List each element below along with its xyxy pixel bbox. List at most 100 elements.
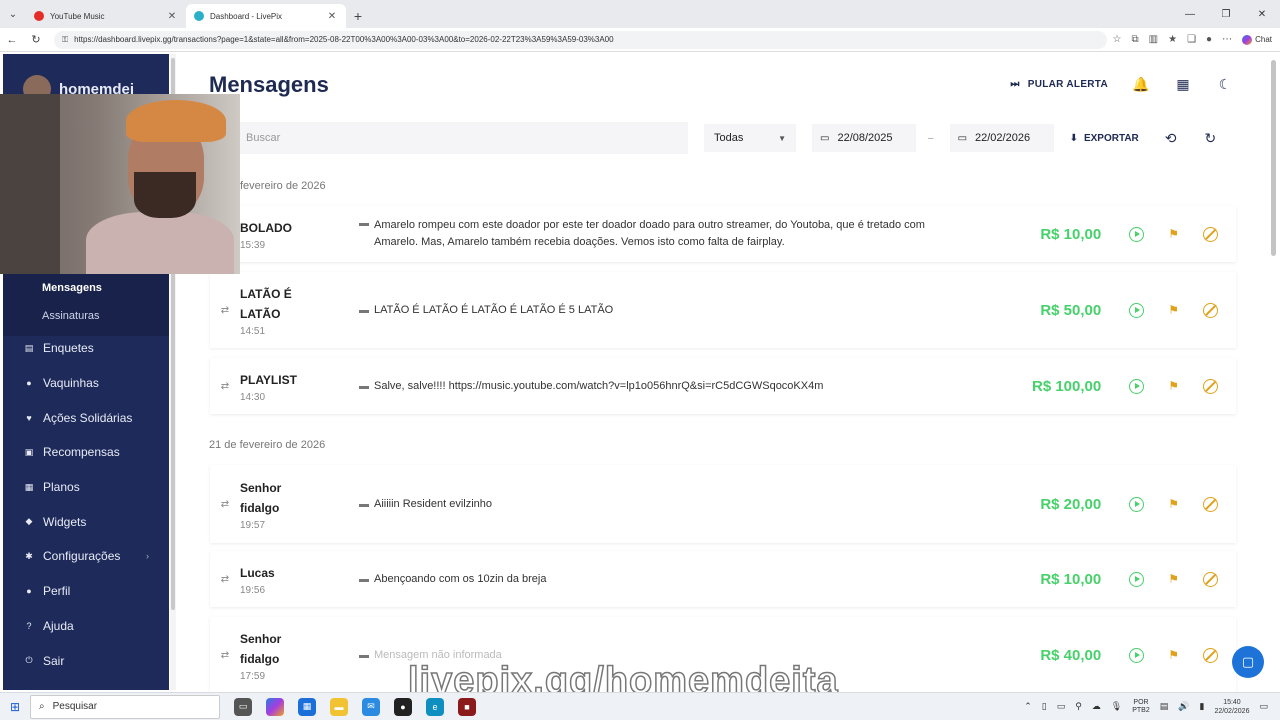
block-icon[interactable]: [1203, 571, 1218, 587]
block-icon[interactable]: [1203, 496, 1218, 512]
volume-icon[interactable]: 🔊: [1178, 701, 1189, 712]
logout-icon: ⏻: [25, 655, 33, 666]
webcam-overlay: [0, 94, 240, 274]
edge-app-icon[interactable]: e: [426, 697, 444, 716]
extensions-icon[interactable]: ⧉: [1132, 34, 1139, 45]
task-view-icon[interactable]: ▭: [234, 697, 252, 716]
device-icon[interactable]: ▯: [1042, 701, 1047, 712]
block-icon[interactable]: [1203, 302, 1218, 318]
language-indicator[interactable]: POR PTB2: [1132, 699, 1150, 715]
bell-icon[interactable]: 🔔: [1132, 76, 1150, 93]
mic-icon[interactable]: 🎙: [1111, 701, 1122, 712]
file-explorer-icon[interactable]: ▬: [330, 697, 348, 716]
dropdown-arrow-icon: ▼: [778, 133, 786, 143]
split-screen-icon[interactable]: ▥: [1149, 34, 1158, 45]
battery-icon[interactable]: ▭: [1057, 701, 1066, 712]
sidebar-item-label: Planos: [43, 480, 80, 495]
replay-alert-icon[interactable]: [1129, 378, 1145, 394]
replay-alert-icon[interactable]: [1129, 496, 1145, 512]
block-icon[interactable]: [1203, 226, 1218, 242]
message-card: ⇄ PLAYLIST 14:30 ▬ Salve, salve!!!! http…: [210, 358, 1236, 414]
sync-icon[interactable]: ⟲: [1165, 130, 1177, 147]
usb-icon[interactable]: ⚲: [1075, 701, 1082, 712]
flag-icon[interactable]: ⚑: [1168, 648, 1179, 662]
sidebar-item-sair[interactable]: ⏻ Sair: [3, 643, 169, 678]
date-to-field[interactable]: ▭ 22/02/2026: [949, 124, 1054, 152]
user-icon: ●: [26, 586, 32, 597]
calendar-view-icon[interactable]: ▦: [1174, 76, 1192, 93]
sidebar-item-acoes-solidarias[interactable]: ♥ Ações Solidárias: [3, 400, 169, 435]
donor-name: PLAYLIST: [240, 372, 297, 387]
power-icon[interactable]: ▮: [1199, 701, 1204, 712]
refresh-icon[interactable]: ↻: [1205, 130, 1217, 147]
state-select[interactable]: Todas ▼: [704, 124, 796, 152]
search-input[interactable]: Buscar: [240, 122, 688, 154]
taskbar-search[interactable]: ⌕ Pesquisar: [30, 694, 220, 719]
restore-icon[interactable]: ❐: [1208, 0, 1244, 28]
sidebar-item-vaquinhas[interactable]: ● Vaquinhas: [3, 366, 169, 401]
minimize-icon[interactable]: —: [1172, 0, 1208, 28]
sidebar-item-ajuda[interactable]: ? Ajuda: [3, 609, 169, 644]
clock[interactable]: 15:40 22/02/2026: [1214, 698, 1249, 716]
close-window-icon[interactable]: ✕: [1244, 0, 1280, 28]
webcam-person-shirt: [86, 212, 234, 274]
notifications-icon[interactable]: ▭: [1259, 701, 1268, 712]
game-app-icon[interactable]: ■: [458, 697, 476, 716]
sidebar-item-recompensas[interactable]: ▣ Recompensas: [3, 435, 169, 470]
sidebar-item-perfil[interactable]: ● Perfil: [3, 574, 169, 609]
obs-app-icon[interactable]: ●: [394, 697, 412, 716]
page-scrollbar-thumb[interactable]: [1271, 60, 1276, 256]
cloud-icon[interactable]: ☁: [1092, 701, 1101, 712]
flag-icon[interactable]: ⚑: [1168, 572, 1179, 586]
windows-start-icon[interactable]: ⊞: [0, 700, 30, 714]
profile-avatar-icon[interactable]: ●: [1206, 34, 1212, 45]
replay-alert-icon[interactable]: [1129, 647, 1145, 663]
back-icon[interactable]: ←: [0, 34, 24, 46]
flag-icon[interactable]: ⚑: [1168, 303, 1179, 317]
replay-alert-icon[interactable]: [1129, 226, 1145, 242]
outlook-app-icon[interactable]: ✉: [362, 697, 380, 716]
url-field[interactable]: ⚿ https://dashboard.livepix.gg/transacti…: [54, 30, 1107, 49]
network-icon[interactable]: ▤: [1160, 701, 1169, 712]
new-tab-button[interactable]: +: [346, 4, 370, 28]
sidebar-item-assinaturas[interactable]: Assinaturas: [3, 302, 169, 330]
block-icon[interactable]: [1203, 647, 1218, 663]
reload-icon[interactable]: ↻: [24, 33, 48, 46]
close-tab-icon[interactable]: ✕: [166, 11, 178, 22]
page-scrollbar[interactable]: [1270, 54, 1278, 690]
collections-icon[interactable]: ❏: [1187, 34, 1196, 45]
sidebar-item-planos[interactable]: ▦ Planos: [3, 470, 169, 505]
sidebar-item-configuracoes[interactable]: ✱ Configurações ›: [3, 539, 169, 574]
skip-alert-button[interactable]: ⏭ PULAR ALERTA: [1010, 79, 1108, 90]
copilot-app-icon[interactable]: [266, 697, 284, 716]
date-from-field[interactable]: ▭ 22/08/2025: [812, 124, 916, 152]
export-button[interactable]: ⬇ EXPORTAR: [1070, 133, 1139, 144]
tab-youtube-music[interactable]: YouTube Music ✕: [26, 4, 186, 28]
store-app-icon[interactable]: ▦: [298, 697, 316, 716]
replay-alert-icon[interactable]: [1129, 571, 1145, 587]
tab-dashboard-livepix[interactable]: Dashboard - LivePix ✕: [186, 4, 346, 28]
tray-chevron-icon[interactable]: ⌃: [1024, 701, 1032, 712]
donation-amount: R$ 10,00: [1040, 570, 1102, 588]
tab-search-button[interactable]: ⌄: [0, 0, 26, 28]
more-icon[interactable]: ⋯: [1222, 34, 1232, 45]
copilot-icon: [1242, 34, 1253, 45]
address-bar: ← ↻ ⚿ https://dashboard.livepix.gg/trans…: [0, 28, 1280, 52]
star-icon[interactable]: ☆: [1113, 34, 1122, 45]
sidebar-item-widgets[interactable]: ◆ Widgets: [3, 504, 169, 539]
main-content: Mensagens ⏭ PULAR ALERTA 🔔 ▦ ☾ Buscar To…: [178, 54, 1268, 693]
flag-icon[interactable]: ⚑: [1168, 497, 1179, 511]
support-chat-button[interactable]: ▢: [1232, 646, 1264, 678]
favorites-icon[interactable]: ★: [1168, 34, 1177, 45]
message-bubble-icon: ▬: [359, 218, 369, 229]
sidebar-item-enquetes[interactable]: ▤ Enquetes: [3, 331, 169, 366]
replay-alert-icon[interactable]: [1129, 302, 1145, 318]
site-info-icon[interactable]: ⚿: [62, 35, 68, 45]
flag-icon[interactable]: ⚑: [1168, 379, 1179, 393]
dark-mode-icon[interactable]: ☾: [1216, 76, 1234, 93]
block-icon[interactable]: [1203, 378, 1218, 394]
copilot-chat-button[interactable]: Chat: [1242, 34, 1272, 45]
close-tab-icon[interactable]: ✕: [326, 11, 338, 22]
flag-icon[interactable]: ⚑: [1168, 227, 1179, 241]
sidebar-item-mensagens[interactable]: Mensagens: [3, 274, 169, 302]
